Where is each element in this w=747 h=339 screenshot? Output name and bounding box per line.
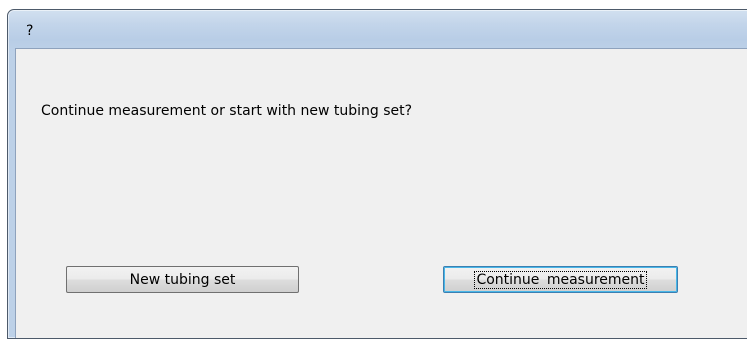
continue-measurement-label: Continue measurement bbox=[474, 270, 647, 289]
continue-measurement-button[interactable]: Continue measurement bbox=[443, 266, 678, 293]
window-title: ? bbox=[26, 23, 34, 39]
new-tubing-set-button[interactable]: New tubing set bbox=[66, 266, 299, 293]
dialog-window: ? Continue measurement or start with new… bbox=[7, 9, 747, 339]
dialog-client-area: Continue measurement or start with new t… bbox=[15, 48, 747, 338]
dialog-message: Continue measurement or start with new t… bbox=[41, 103, 413, 119]
new-tubing-set-label: New tubing set bbox=[129, 271, 236, 288]
